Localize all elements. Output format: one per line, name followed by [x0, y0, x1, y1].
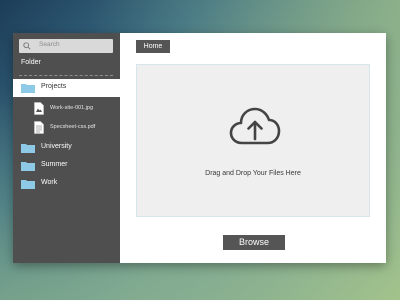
cloud-upload-icon	[229, 107, 281, 145]
sidebar-item-label: Work	[41, 179, 58, 186]
dropzone[interactable]: Drag and Drop Your Files Here	[136, 64, 370, 217]
file-item-specsheet[interactable]: Specsheet-css.pdf	[13, 120, 120, 136]
sidebar-item-label: Summer	[41, 161, 68, 168]
folder-icon	[21, 84, 35, 93]
sidebar: Search Folder Projects Work-site-001.jpg	[13, 33, 120, 263]
main-panel: Home Drag and Drop Your Files Here Brows…	[120, 33, 386, 263]
folder-section-label: Folder	[21, 59, 41, 66]
file-upload-window: Search Folder Projects Work-site-001.jpg	[13, 33, 386, 263]
sidebar-item-projects[interactable]: Projects	[13, 79, 120, 97]
sidebar-item-work[interactable]: Work	[13, 175, 120, 193]
search-icon	[23, 42, 31, 50]
divider	[19, 75, 113, 76]
image-file-icon	[34, 102, 44, 115]
dropzone-text: Drag and Drop Your Files Here	[205, 170, 301, 177]
folder-icon	[21, 162, 35, 171]
folder-icon	[21, 180, 35, 189]
home-breadcrumb-button[interactable]: Home	[136, 40, 170, 53]
sidebar-item-label: Projects	[41, 83, 67, 90]
file-name: Work-site-001.jpg	[50, 105, 93, 111]
sidebar-item-university[interactable]: University	[13, 139, 120, 157]
folder-icon	[21, 144, 35, 153]
sidebar-item-summer[interactable]: Summer	[13, 157, 120, 175]
search-placeholder: Search	[39, 41, 60, 48]
search-input[interactable]: Search	[19, 39, 113, 53]
browse-button[interactable]: Browse	[223, 235, 285, 250]
file-name: Specsheet-css.pdf	[50, 124, 96, 130]
file-item-work-site[interactable]: Work-site-001.jpg	[13, 101, 120, 117]
document-file-icon	[34, 121, 44, 134]
sidebar-item-label: University	[41, 143, 72, 150]
